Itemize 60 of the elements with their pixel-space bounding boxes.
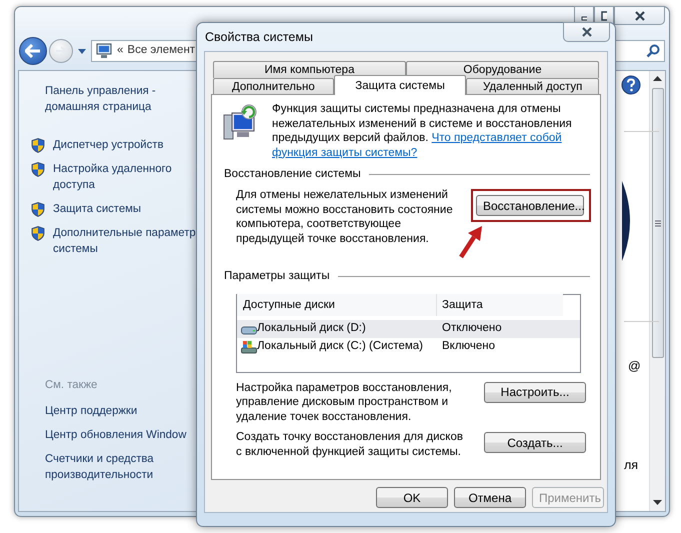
column-header[interactable]: Защита: [437, 294, 563, 316]
table-cell-text: Включено: [441, 338, 496, 354]
tab[interactable]: Дополнительно: [213, 78, 334, 95]
content-text: @: [628, 358, 641, 375]
section-heading: Восстановление системы: [224, 167, 361, 182]
restore-icon: [601, 10, 607, 20]
search-icon: [646, 44, 660, 58]
table-cell-text: Отключено: [441, 320, 502, 336]
intro-paragraph: Функция защиты системы предназначена для отмены нежелательных изменений в системе и восстановления предыдущих версий файлов. Что представляет собой функция защиты системы?: [272, 102, 573, 160]
column-header[interactable]: Доступные диски: [237, 294, 437, 316]
help-link[interactable]: Что представляет собой: [432, 132, 562, 144]
create-description: Создать точку восстановления для дисков с включенной функцией защиты системы.: [236, 430, 464, 459]
shield-icon: [31, 162, 45, 177]
address-text: Все элемент: [127, 43, 196, 58]
tab[interactable]: Удаленный доступ: [466, 78, 599, 95]
help-icon[interactable]: [621, 75, 641, 95]
table-row[interactable]: Локальный диск (D:) Отключено: [237, 320, 580, 338]
back-button[interactable]: [19, 37, 47, 65]
content-text: ля: [624, 457, 638, 474]
sidebar-link[interactable]: Центр обновления Window: [45, 427, 186, 443]
shield-icon: [31, 202, 45, 217]
shield-icon: [31, 138, 45, 153]
sidebar-link[interactable]: Защита системы: [53, 201, 142, 217]
pointer-arrow: [458, 225, 484, 259]
table-row[interactable]: Локальный диск (C:) (Система) Включено: [237, 338, 580, 356]
tab[interactable]: Имя компьютера: [213, 61, 406, 78]
restore-description: Для отмены нежелательных изменений системы можно восстановить состояние компьютера, соответствующее предыдущей точке восстановления.: [236, 188, 454, 246]
vertical-scrollbar[interactable]: [649, 71, 665, 511]
restore-button[interactable]: Восстановление...: [476, 195, 584, 216]
sidebar-link[interactable]: Настройка удаленного доступа: [53, 161, 172, 193]
sidebar-link[interactable]: Диспетчер устройств: [53, 137, 164, 153]
create-button[interactable]: Создать...: [484, 432, 586, 453]
dialog-button[interactable]: OK: [376, 487, 448, 508]
computer-icon: [95, 43, 113, 59]
sidebar-link[interactable]: Центр поддержки: [45, 403, 138, 419]
scroll-up-icon[interactable]: [653, 76, 662, 82]
table-cell-text: Локальный диск (C:) (Система): [257, 338, 423, 354]
close-icon: [634, 10, 646, 20]
dropdown-caret-icon[interactable]: [77, 47, 87, 55]
configure-description: Настройка параметров восстановления, управление дисковым пространством и удаление точек восстановления.: [236, 380, 453, 424]
shield-icon: [31, 226, 45, 241]
help-link[interactable]: функция защиты системы?: [272, 146, 418, 158]
tab[interactable]: Оборудование: [406, 61, 599, 78]
table-cell-text: Локальный диск (D:): [257, 320, 366, 336]
scroll-thumb[interactable]: [652, 88, 664, 358]
configure-button[interactable]: Настроить...: [484, 382, 586, 402]
close-icon: [580, 27, 592, 37]
grip-icon: [654, 220, 660, 226]
close-button[interactable]: [614, 6, 665, 25]
close-button[interactable]: [563, 22, 610, 42]
window-title: Свойства системы: [205, 28, 313, 46]
dialog-button[interactable]: Отмена: [454, 487, 526, 508]
sidebar-link[interactable]: Дополнительные параметр системы: [53, 225, 196, 257]
sidebar-heading: См. также: [45, 378, 98, 393]
system-drive-icon: [241, 340, 257, 354]
scroll-down-icon[interactable]: [653, 500, 662, 506]
back-arrow-icon: [25, 44, 41, 58]
section-heading: Параметры защиты: [224, 269, 330, 284]
tab[interactable]: Защита системы: [334, 75, 466, 95]
sidebar-link[interactable]: Счетчики и средства производительности: [45, 451, 154, 483]
